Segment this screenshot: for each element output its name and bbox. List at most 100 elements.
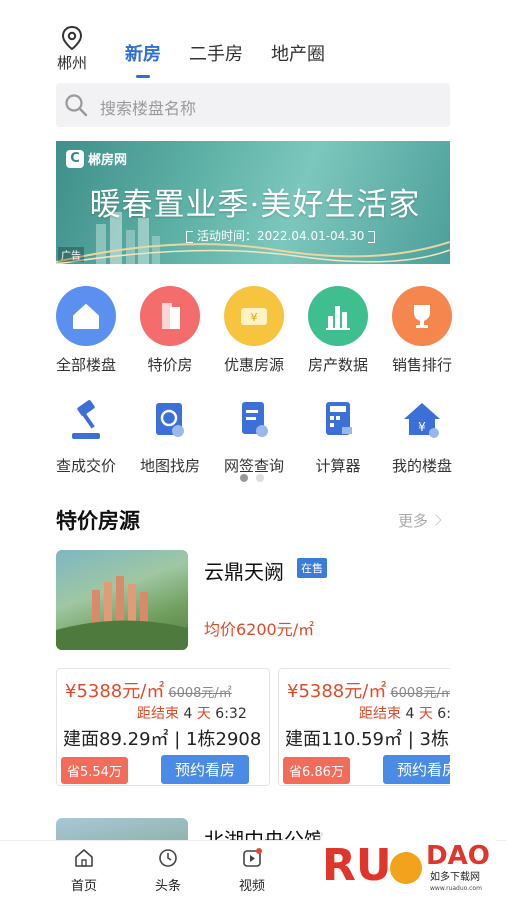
grid-label: 计算器: [315, 457, 361, 475]
grid-label: 地图找房: [139, 457, 200, 475]
book-viewing-button[interactable]: 预约看房: [383, 755, 450, 784]
home-icon: [56, 286, 116, 346]
search-placeholder: 搜索楼盘名称: [100, 99, 197, 118]
logo-mark-icon: C: [66, 149, 84, 168]
countdown: 距结束 4 天 6:32: [359, 703, 450, 723]
grid-label: 查成交价: [55, 457, 116, 475]
grid-label: 全部楼盘: [55, 356, 116, 374]
grid-item-sales-ranking[interactable]: 销售排行: [380, 286, 464, 375]
video-icon: [243, 848, 262, 867]
nav-video[interactable]: 视频: [222, 847, 282, 894]
nav-label: 首页: [70, 879, 97, 894]
grid-label: 优惠房源: [223, 356, 284, 374]
document-search-icon: [224, 397, 284, 447]
grid-row-1: 全部楼盘 特价房 ¥ 优惠房源 房产数据 销售排行: [44, 286, 464, 375]
map-search-icon: [140, 397, 200, 447]
grid-item-contract-query[interactable]: 网签查询: [212, 397, 296, 476]
grid-item-all-projects[interactable]: 全部楼盘: [44, 286, 128, 375]
grid-item-special-price[interactable]: 特价房: [128, 286, 212, 375]
building-icon: [140, 286, 200, 346]
grid-item-deal-price[interactable]: 查成交价: [44, 397, 128, 476]
svg-text:如多下载网: 如多下载网: [430, 870, 480, 883]
calculator-icon: [308, 397, 368, 447]
project-image: [56, 550, 188, 650]
grid-item-property-data[interactable]: 房产数据: [296, 286, 380, 375]
grid-label: 房产数据: [307, 356, 368, 374]
more-link[interactable]: 更多: [398, 510, 442, 531]
page-indicator: [240, 474, 264, 482]
tab-new-house[interactable]: 新房: [125, 40, 161, 78]
ad-label: 广告: [58, 247, 84, 262]
nav-label: 视频: [238, 879, 265, 894]
my-house-icon: ¥: [392, 397, 452, 447]
grid-row-2: 查成交价 地图找房 网签查询 计算器 ¥ 我的楼盘: [44, 397, 464, 476]
deal-old-price: 6008元/㎡: [390, 686, 450, 701]
tab-property-circle[interactable]: 地产圈: [271, 40, 325, 66]
grid-label: 销售排行: [391, 356, 452, 374]
svg-text:RU: RU: [322, 840, 392, 891]
countdown-days-unit: 天: [418, 706, 433, 722]
project-card[interactable]: 云鼎天阙 在售 均价6200元/㎡: [56, 550, 450, 650]
countdown-days-unit: 天: [196, 706, 211, 722]
countdown-time: 6:32: [215, 706, 247, 722]
grid-item-discount[interactable]: ¥ 优惠房源: [212, 286, 296, 375]
countdown-time: 6:32: [437, 706, 450, 722]
logo-text: 郴房网: [88, 153, 128, 168]
home-outline-icon: [75, 849, 93, 867]
top-header: 郴州 新房 二手房 地产圈: [0, 24, 506, 84]
feature-grid: 全部楼盘 特价房 ¥ 优惠房源 房产数据 销售排行 查成交价 地图找房 网签查询…: [44, 286, 464, 476]
countdown-prefix: 距结束: [359, 706, 401, 722]
deal-price-line: ¥5388元/㎡ 6008元/㎡: [65, 677, 232, 703]
grid-item-my-projects[interactable]: ¥ 我的楼盘: [380, 397, 464, 476]
chevron-right-icon: [430, 514, 442, 526]
project-name: 云鼎天阙: [204, 560, 284, 584]
banner-logo: C 郴房网: [66, 149, 127, 168]
promo-banner[interactable]: C 郴房网 暖春置业季·美好生活家 活动时间：2022.04.01-04.30 …: [56, 141, 450, 264]
section-title: 特价房源: [56, 509, 140, 533]
tab-second-hand[interactable]: 二手房: [189, 40, 243, 66]
trophy-icon: [392, 286, 452, 346]
svg-text:www.ruaduo.com: www.ruaduo.com: [430, 885, 482, 892]
deal-old-price: 6008元/㎡: [168, 686, 232, 701]
page-dot-active: [240, 474, 248, 482]
save-tag: 省6.86万: [283, 757, 350, 784]
deal-price: ¥5388元/㎡: [65, 681, 165, 702]
deal-info: 建面89.29㎡ | 1栋2908: [63, 729, 262, 750]
deal-card[interactable]: ¥5388元/㎡ 6008元/㎡ 距结束 4 天 6:32 建面89.29㎡ | …: [56, 668, 270, 786]
countdown-prefix: 距结束: [137, 706, 179, 722]
nav-label: 头条: [154, 879, 181, 894]
book-viewing-button[interactable]: 预约看房: [161, 755, 250, 784]
svg-text:¥: ¥: [418, 420, 426, 434]
project-avg-price: 均价6200元/㎡: [204, 620, 315, 639]
grid-label: 特价房: [147, 356, 193, 374]
banner-headline: 暖春置业季·美好生活家: [89, 187, 421, 223]
banner-date: 活动时间：2022.04.01-04.30: [186, 227, 375, 244]
grid-label: 我的楼盘: [391, 457, 452, 475]
grid-item-map-search[interactable]: 地图找房: [128, 397, 212, 476]
bar-chart-icon: [308, 286, 368, 346]
nav-headlines[interactable]: 头条: [138, 847, 198, 894]
deal-card[interactable]: ¥5388元/㎡6008元/㎡ 距结束 4 天 6:32 建面110.59㎡ |…: [278, 668, 450, 786]
deal-price: ¥5388元/㎡: [287, 681, 387, 702]
search-icon: [65, 94, 88, 117]
countdown: 距结束 4 天 6:32: [137, 703, 247, 723]
gavel-icon: [56, 397, 116, 447]
headline-icon: [159, 849, 177, 867]
nav-home[interactable]: 首页: [54, 847, 114, 894]
deal-carousel[interactable]: ¥5388元/㎡ 6008元/㎡ 距结束 4 天 6:32 建面89.29㎡ | …: [56, 668, 450, 786]
location-pin-icon: [61, 26, 83, 50]
main-tabs: 新房 二手房 地产圈: [125, 40, 325, 78]
more-label: 更多: [398, 512, 429, 530]
svg-text:DAO: DAO: [426, 841, 490, 871]
save-tag: 省5.54万: [61, 757, 128, 784]
countdown-days: 4: [183, 706, 193, 722]
grid-label: 网签查询: [223, 457, 284, 475]
deal-price-line: ¥5388元/㎡ 6008元/㎡: [287, 677, 450, 703]
search-bar[interactable]: 搜索楼盘名称: [56, 83, 450, 127]
coupon-icon: ¥: [224, 286, 284, 346]
city-name: 郴州: [56, 54, 87, 72]
deal-info: 建面110.59㎡ | 3栋: [285, 729, 449, 750]
countdown-days: 4: [405, 706, 415, 722]
grid-item-calculator[interactable]: 计算器: [296, 397, 380, 476]
city-selector[interactable]: 郴州: [52, 26, 92, 73]
